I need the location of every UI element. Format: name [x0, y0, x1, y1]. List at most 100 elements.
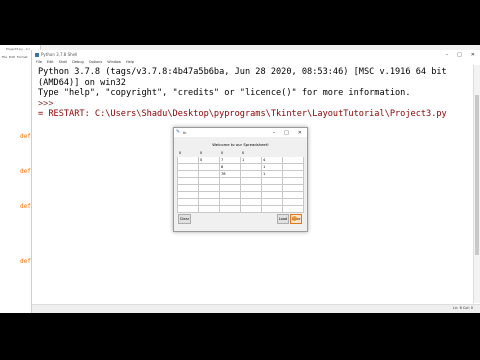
screen-frame: Project3.py - C:/ File Edit Format def def…	[0, 45, 480, 313]
grid-cell[interactable]	[240, 205, 262, 213]
grid-cell[interactable]	[177, 184, 199, 192]
console-restart-line: = RESTART: C:\Users\Shadu\Desktop\pyprog…	[38, 109, 447, 119]
grid-cell[interactable]	[177, 191, 199, 199]
minimize-button[interactable]: –	[446, 52, 449, 58]
grid-cell[interactable]	[240, 177, 262, 185]
menu-window[interactable]: Window	[107, 60, 121, 64]
code-keyword: def	[20, 133, 31, 140]
grid-cell[interactable]	[177, 205, 199, 213]
console-line: Python 3.7.8 (tags/v3.7.8:4b47a5b6ba, Ju…	[38, 67, 447, 77]
grid-row	[177, 191, 304, 199]
grid-cell[interactable]	[282, 184, 304, 192]
grid-cell[interactable]	[198, 184, 220, 192]
grid-cell[interactable]	[261, 177, 283, 185]
menu-file[interactable]: File	[36, 60, 42, 64]
grid-row: 78 1	[177, 170, 304, 178]
grid-cell[interactable]	[240, 170, 262, 178]
grid-cell[interactable]	[282, 198, 304, 206]
grid-cell[interactable]	[177, 163, 199, 171]
grid-cell[interactable]	[261, 191, 283, 199]
grid-cell[interactable]: 1	[240, 156, 262, 164]
grid-cell[interactable]: 8	[219, 163, 241, 171]
scrollbar-thumb[interactable]	[475, 95, 479, 255]
shell-title: Python 3.7.8 Shell	[41, 52, 78, 57]
grid-cell[interactable]	[240, 163, 262, 171]
tk-title: tk	[183, 130, 187, 135]
shell-menubar: File Edit Shell Debug Options Window Hel…	[32, 59, 480, 65]
grid-cell[interactable]	[219, 191, 241, 199]
grid-cell[interactable]	[198, 198, 220, 206]
shell-console[interactable]: Python 3.7.8 (tags/v3.7.8:4b47a5b6ba, Ju…	[38, 67, 468, 120]
grid-cell[interactable]	[177, 156, 199, 164]
grid-cell[interactable]: 1	[261, 170, 283, 178]
grid-cell[interactable]	[282, 205, 304, 213]
menu-edit[interactable]: Edit	[47, 60, 54, 64]
grid-cell[interactable]	[219, 177, 241, 185]
tk-titlebar: ✎ tk – □ ✕	[174, 128, 307, 137]
grid-cell[interactable]	[198, 170, 220, 178]
close-button[interactable]: ✕	[471, 52, 475, 58]
mouse-cursor-highlight	[292, 216, 297, 221]
menu-debug[interactable]: Debug	[72, 60, 84, 64]
grid-row	[177, 177, 304, 185]
grid-cell[interactable]	[282, 163, 304, 171]
code-keyword: def	[20, 168, 31, 175]
status-position: Ln: 6 Col: 0	[453, 306, 473, 310]
tk-window: ✎ tk – □ ✕ Welcome to our Spreadsheet! 0…	[173, 127, 308, 232]
grid-cell[interactable]	[240, 198, 262, 206]
vertical-scrollbar[interactable]	[473, 65, 480, 303]
grid-cell[interactable]	[198, 205, 220, 213]
code-keyword: def	[20, 258, 31, 265]
grid-cell[interactable]	[177, 198, 199, 206]
spreadsheet-heading: Welcome to our Spreadsheet!	[212, 142, 269, 147]
load-button[interactable]: Load	[277, 214, 289, 224]
grid-cell[interactable]	[240, 184, 262, 192]
grid-cell[interactable]: 0	[198, 156, 220, 164]
grid-header-row: 0 0 0 0	[177, 149, 304, 157]
editor-menu-format[interactable]: Format	[17, 55, 28, 59]
menu-options[interactable]: Options	[89, 60, 103, 64]
grid-cell[interactable]	[282, 191, 304, 199]
tk-maximize-button[interactable]: □	[284, 130, 289, 136]
grid-cell[interactable]	[282, 170, 304, 178]
grid-cell[interactable]	[198, 177, 220, 185]
grid-row: 81	[177, 163, 304, 171]
grid-row	[177, 205, 304, 213]
grid-cell[interactable]	[240, 191, 262, 199]
grid-cell[interactable]: 7	[219, 156, 241, 164]
grid-cell[interactable]	[177, 170, 199, 178]
grid-header-cell: 0	[240, 149, 262, 157]
grid-row	[177, 198, 304, 206]
clear-button[interactable]: Clear	[178, 214, 191, 224]
menu-help[interactable]: Help	[126, 60, 134, 64]
grid-header-cell	[261, 149, 283, 157]
grid-cell[interactable]: 4	[261, 156, 283, 164]
grid-cell[interactable]	[219, 198, 241, 206]
console-line: Type "help", "copyright", "credits" or "…	[38, 88, 411, 98]
grid-row	[177, 184, 304, 192]
grid-cell[interactable]	[282, 156, 304, 164]
grid-header-cell: 0	[177, 149, 199, 157]
grid-cell[interactable]	[198, 191, 220, 199]
maximize-button[interactable]: □	[457, 52, 462, 58]
grid-cell[interactable]: 78	[219, 170, 241, 178]
grid-cell[interactable]	[282, 177, 304, 185]
grid-cell[interactable]	[198, 163, 220, 171]
grid-header-cell: 0	[219, 149, 241, 157]
menu-shell[interactable]: Shell	[59, 60, 68, 64]
editor-menu-file[interactable]: File	[2, 55, 7, 59]
editor-menu-edit[interactable]: Edit	[9, 55, 15, 59]
python-icon	[35, 52, 39, 57]
grid-cell[interactable]	[261, 198, 283, 206]
grid-cell[interactable]	[261, 184, 283, 192]
grid-cell[interactable]	[219, 205, 241, 213]
grid-cell[interactable]: 1	[261, 163, 283, 171]
tk-close-button[interactable]: ✕	[298, 130, 302, 136]
status-bar: Ln: 6 Col: 0	[32, 304, 480, 313]
tk-feather-icon: ✎	[176, 129, 181, 135]
grid-cell[interactable]	[261, 205, 283, 213]
grid-cell[interactable]	[219, 184, 241, 192]
code-keyword: def	[20, 203, 31, 210]
grid-cell[interactable]	[177, 177, 199, 185]
tk-minimize-button[interactable]: –	[273, 130, 276, 136]
